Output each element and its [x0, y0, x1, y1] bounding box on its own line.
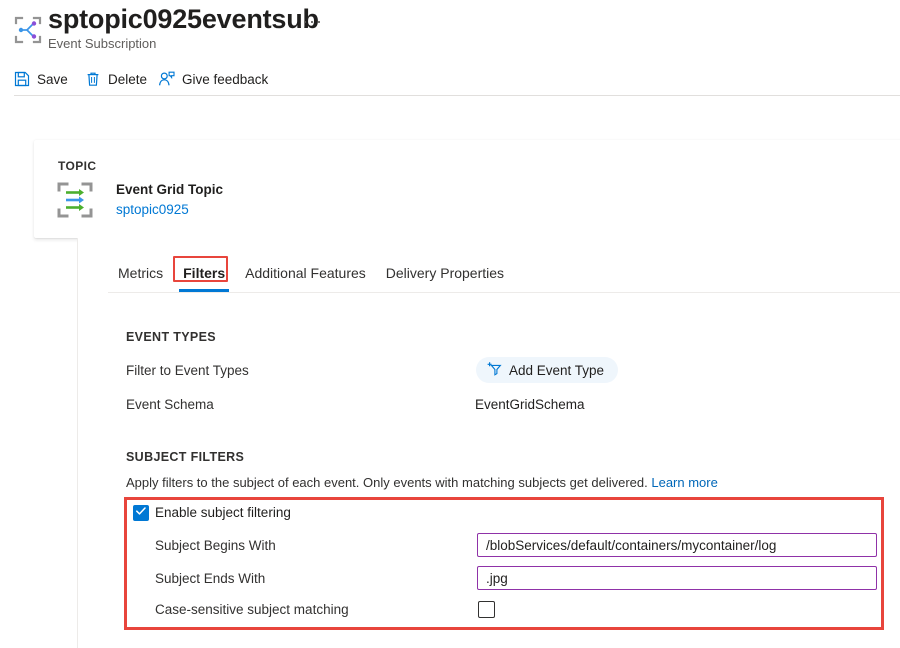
tab-additional-features[interactable]: Additional Features — [235, 256, 376, 290]
page-subtitle: Event Subscription — [48, 36, 156, 51]
subject-filters-description: Apply filters to the subject of each eve… — [126, 475, 718, 490]
feedback-label: Give feedback — [182, 72, 268, 87]
page-title: sptopic0925eventsub — [48, 4, 319, 35]
tab-filters-label: Filters — [183, 265, 225, 281]
topic-section-label: TOPIC — [58, 159, 96, 173]
checkmark-icon — [135, 504, 147, 522]
delete-label: Delete — [108, 72, 147, 87]
topic-resource-kind: Event Grid Topic — [116, 182, 223, 197]
case-sensitive-label: Case-sensitive subject matching — [155, 602, 349, 617]
learn-more-link[interactable]: Learn more — [651, 475, 717, 490]
subject-ends-with-label: Subject Ends With — [155, 571, 265, 586]
command-bar-divider — [14, 95, 900, 96]
tab-list: Metrics Filters Additional Features Deli… — [108, 256, 514, 296]
enable-subject-filtering-label: Enable subject filtering — [155, 505, 291, 520]
add-event-type-label: Add Event Type — [509, 363, 604, 378]
delete-icon — [85, 71, 101, 87]
enable-subject-filtering-checkbox[interactable] — [133, 505, 149, 521]
save-button[interactable]: Save — [14, 64, 68, 94]
tab-metrics[interactable]: Metrics — [108, 256, 173, 290]
event-schema-label: Event Schema — [126, 397, 214, 412]
save-label: Save — [37, 72, 68, 87]
topic-resource-link[interactable]: sptopic0925 — [116, 202, 189, 217]
overflow-menu-button[interactable]: ··· — [302, 12, 323, 30]
delete-button[interactable]: Delete — [85, 64, 147, 94]
case-sensitive-checkbox[interactable] — [478, 601, 495, 618]
subject-filters-section-title: SUBJECT FILTERS — [126, 450, 244, 464]
event-types-section-title: EVENT TYPES — [126, 330, 216, 344]
tab-additional-features-label: Additional Features — [245, 265, 366, 281]
filter-to-event-types-label: Filter to Event Types — [126, 363, 249, 378]
tab-delivery-properties-label: Delivery Properties — [386, 265, 504, 281]
tab-delivery-properties[interactable]: Delivery Properties — [376, 256, 514, 290]
azure-portal-blade: sptopic0925eventsub ··· Event Subscripti… — [0, 0, 900, 648]
subject-ends-with-input[interactable] — [477, 566, 877, 590]
add-event-type-button[interactable]: Add Event Type — [476, 357, 618, 383]
event-grid-topic-icon — [52, 178, 98, 222]
subject-filters-description-text: Apply filters to the subject of each eve… — [126, 475, 648, 490]
save-icon — [14, 71, 30, 87]
feedback-icon — [158, 71, 175, 87]
add-filter-icon — [487, 361, 502, 379]
tab-metrics-label: Metrics — [118, 265, 163, 281]
tab-underline — [108, 292, 900, 293]
command-bar: Save Delete Give feedback — [0, 64, 900, 94]
tab-filters[interactable]: Filters — [173, 256, 235, 290]
give-feedback-button[interactable]: Give feedback — [158, 64, 268, 94]
subject-begins-with-input[interactable] — [477, 533, 877, 557]
subject-begins-with-label: Subject Begins With — [155, 538, 276, 553]
event-subscription-icon — [12, 14, 44, 46]
topic-card: TOPIC Event Grid T — [34, 140, 900, 238]
event-schema-value: EventGridSchema — [475, 397, 585, 412]
